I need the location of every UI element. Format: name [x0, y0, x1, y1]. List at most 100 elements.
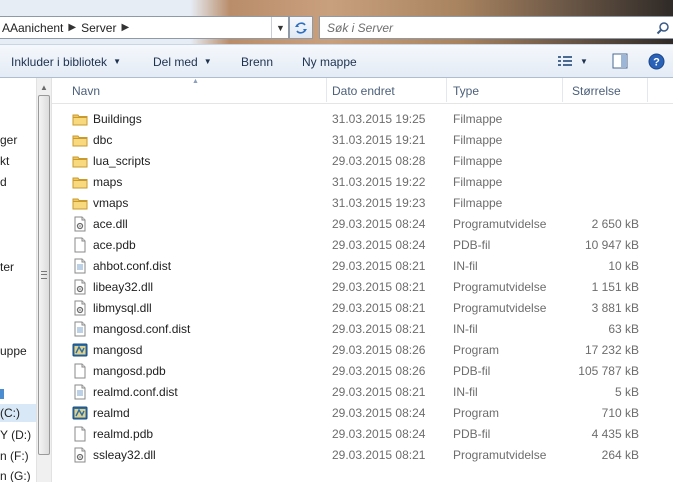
file-name[interactable]: mangosd.conf.dist	[93, 322, 190, 336]
breadcrumb-item-aaanichent[interactable]: AAanichent	[2, 21, 63, 35]
file-row[interactable]: realmd 29.03.2015 08:24 Program 710 kB	[52, 403, 673, 424]
burn-button[interactable]: Brenn	[241, 45, 273, 78]
share-with-button[interactable]: Del med ▼	[153, 45, 212, 78]
blank-file-icon	[72, 363, 88, 379]
file-row[interactable]: ssleay32.dll 29.03.2015 08:21 Programutvid…	[52, 445, 673, 466]
file-date: 31.03.2015 19:22	[332, 175, 426, 189]
breadcrumb-item-server[interactable]: Server	[81, 21, 116, 35]
file-name[interactable]: ace.dll	[93, 217, 128, 231]
file-row[interactable]: dbc 31.03.2015 19:21 Filmappe	[52, 130, 673, 151]
file-row[interactable]: mangosd.pdb 29.03.2015 08:26 PDB-fil 105 78…	[52, 361, 673, 382]
file-name[interactable]: realmd	[93, 406, 130, 420]
burn-label: Brenn	[241, 54, 274, 69]
file-row[interactable]: ahbot.conf.dist 29.03.2015 08:21 IN-fil 10 …	[52, 256, 673, 277]
file-size: 17 232 kB	[584, 343, 639, 357]
sort-ascending-icon: ▲	[192, 78, 199, 85]
file-date: 29.03.2015 08:26	[332, 343, 426, 357]
blank-file-icon	[72, 426, 88, 442]
file-name[interactable]: realmd.conf.dist	[93, 385, 178, 399]
preview-pane-button[interactable]	[612, 51, 628, 71]
column-divider[interactable]	[446, 78, 447, 102]
refresh-button[interactable]	[289, 16, 313, 39]
search-input[interactable]: Søk i Server	[319, 16, 673, 39]
dll-file-icon	[72, 447, 88, 463]
search-icon[interactable]	[656, 21, 670, 35]
new-folder-button[interactable]: Ny mappe	[302, 45, 357, 78]
preview-pane-icon	[612, 53, 628, 69]
file-name[interactable]: ssleay32.dll	[93, 448, 156, 462]
nav-item-drive-f[interactable]: n (F:)	[0, 449, 29, 463]
file-row[interactable]: realmd.pdb 29.03.2015 08:24 PDB-fil 4 435 k…	[52, 424, 673, 445]
column-header-size[interactable]: Størrelse	[572, 84, 621, 98]
column-header-name[interactable]: Navn	[72, 84, 100, 98]
nav-item[interactable]: uppe	[0, 344, 27, 358]
file-name[interactable]: Buildings	[93, 112, 142, 126]
folder-icon	[72, 111, 88, 127]
expand-arrow-icon[interactable]	[0, 389, 4, 399]
help-button[interactable]: ?	[648, 51, 665, 71]
chevron-down-icon: ▼	[113, 57, 121, 66]
column-divider[interactable]	[562, 78, 563, 102]
nav-item[interactable]: d	[0, 175, 7, 189]
view-options-dropdown[interactable]: ▼	[580, 51, 588, 71]
file-row[interactable]: maps 31.03.2015 19:22 Filmappe	[52, 172, 673, 193]
file-name[interactable]: libeay32.dll	[93, 280, 153, 294]
file-row[interactable]: Buildings 31.03.2015 19:25 Filmappe	[52, 109, 673, 130]
svg-text:?: ?	[653, 56, 660, 68]
chevron-right-icon[interactable]: ▶	[68, 22, 76, 33]
nav-item-drive-g[interactable]: n (G:)	[0, 469, 31, 482]
file-name[interactable]: dbc	[93, 133, 112, 147]
chevron-right-icon[interactable]: ▶	[121, 22, 129, 33]
file-date: 29.03.2015 08:24	[332, 406, 426, 420]
file-date: 29.03.2015 08:21	[332, 322, 426, 336]
nav-item[interactable]: kt	[0, 154, 9, 168]
file-name[interactable]: maps	[93, 175, 122, 189]
file-date: 29.03.2015 08:21	[332, 301, 426, 315]
include-in-library-button[interactable]: Inkluder i bibliotek ▼	[11, 45, 121, 78]
file-row[interactable]: mangosd 29.03.2015 08:26 Program 17 232 kB	[52, 340, 673, 361]
scrollbar-thumb[interactable]	[38, 95, 50, 455]
nav-scrollbar[interactable]: ▲	[36, 78, 52, 482]
change-view-button[interactable]	[557, 51, 573, 71]
column-header-date[interactable]: Dato endret	[332, 84, 395, 98]
file-name[interactable]: lua_scripts	[93, 154, 150, 168]
file-name[interactable]: libmysql.dll	[93, 301, 152, 315]
scroll-up-icon[interactable]: ▲	[37, 80, 51, 94]
file-type: IN-fil	[453, 385, 478, 399]
file-row[interactable]: vmaps 31.03.2015 19:23 Filmappe	[52, 193, 673, 214]
file-size: 4 435 kB	[591, 427, 639, 441]
file-row[interactable]: ace.dll 29.03.2015 08:24 Programutvidelse 2…	[52, 214, 673, 235]
folder-icon	[72, 174, 88, 190]
file-date: 29.03.2015 08:24	[332, 427, 426, 441]
nav-item[interactable]: ger	[0, 133, 17, 147]
file-row[interactable]: realmd.conf.dist 29.03.2015 08:21 IN-fil 5 …	[52, 382, 673, 403]
file-name[interactable]: ahbot.conf.dist	[93, 259, 171, 273]
folder-icon	[72, 195, 88, 211]
file-row[interactable]: ace.pdb 29.03.2015 08:24 PDB-fil 10 947 kB	[52, 235, 673, 256]
help-icon: ?	[648, 53, 665, 69]
column-divider[interactable]	[326, 78, 327, 102]
file-list: ▲ Navn Dato endret Type Størrelse Buildi…	[52, 78, 673, 482]
view-details-icon	[558, 56, 572, 66]
command-bar: Inkluder i bibliotek ▼ Del med ▼ Brenn N…	[0, 44, 673, 78]
file-row[interactable]: libmysql.dll 29.03.2015 08:21 Programutvid…	[52, 298, 673, 319]
file-name[interactable]: mangosd.pdb	[93, 364, 166, 378]
file-type: IN-fil	[453, 259, 478, 273]
file-name[interactable]: vmaps	[93, 196, 128, 210]
file-name[interactable]: ace.pdb	[93, 238, 136, 252]
column-divider[interactable]	[647, 78, 648, 102]
file-name[interactable]: mangosd	[93, 343, 142, 357]
nav-item-drive-d[interactable]: Y (D:)	[0, 428, 31, 442]
search-placeholder: Søk i Server	[327, 20, 394, 35]
breadcrumb[interactable]: AAanichent ▶ Server ▶ ▼	[0, 16, 289, 39]
column-header-type[interactable]: Type	[453, 84, 479, 98]
file-row[interactable]: mangosd.conf.dist 29.03.2015 08:21 IN-fil 6…	[52, 319, 673, 340]
navigation-pane: ger kt d ter uppe (C:) Y (D:) n (F:) n (…	[0, 78, 36, 482]
file-date: 29.03.2015 08:21	[332, 385, 426, 399]
file-name[interactable]: realmd.pdb	[93, 427, 153, 441]
nav-item-drive-c[interactable]: (C:)	[0, 404, 36, 422]
file-row[interactable]: libeay32.dll 29.03.2015 08:21 Programutvid…	[52, 277, 673, 298]
nav-item[interactable]: ter	[0, 260, 14, 274]
chevron-down-icon[interactable]: ▼	[271, 17, 289, 38]
file-row[interactable]: lua_scripts 29.03.2015 08:28 Filmappe	[52, 151, 673, 172]
